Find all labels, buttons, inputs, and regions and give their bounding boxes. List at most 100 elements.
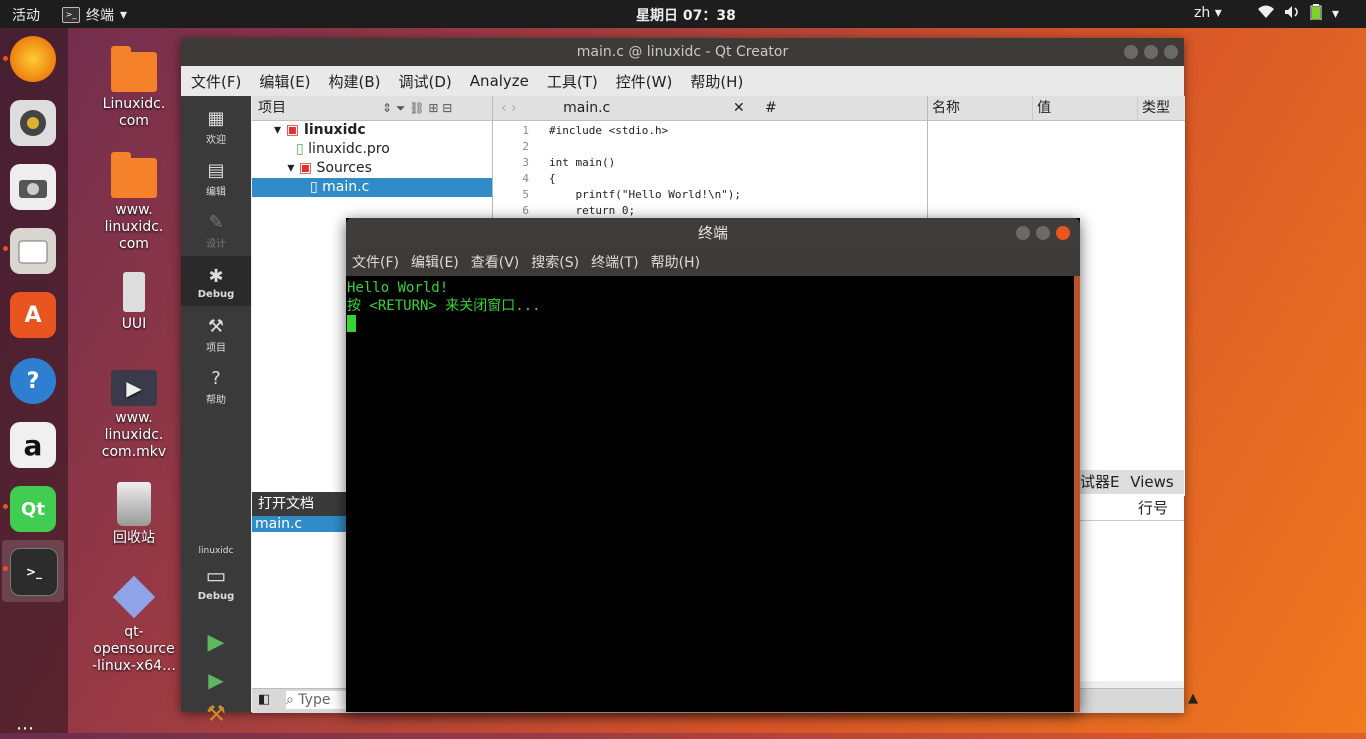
menu-analyze[interactable]: Analyze bbox=[460, 72, 537, 90]
project-tree: ▾ ▣ linuxidc ▯ linuxidc.pro ▾ ▣ Sources … bbox=[252, 121, 492, 197]
amazon-icon[interactable]: a bbox=[10, 422, 56, 468]
stack-pane bbox=[1080, 521, 1184, 681]
menu-debug[interactable]: 调试(D) bbox=[389, 71, 460, 92]
open-doc-item[interactable]: main.c bbox=[252, 516, 348, 532]
menu-edit[interactable]: 编辑(E) bbox=[405, 252, 465, 272]
camera-icon[interactable] bbox=[10, 164, 56, 210]
minimize-button[interactable] bbox=[1124, 45, 1138, 59]
folder-icon bbox=[111, 152, 157, 198]
locator-input[interactable]: ⌕ Type bbox=[286, 691, 346, 709]
terminal-icon: >_ bbox=[62, 7, 80, 23]
close-button[interactable] bbox=[1056, 226, 1070, 240]
pencil-icon: ✎ bbox=[208, 212, 224, 233]
chevron-up-icon[interactable]: ▲ bbox=[1188, 691, 1198, 706]
volume-icon bbox=[1284, 5, 1300, 23]
menu-terminal[interactable]: 终端(T) bbox=[585, 252, 644, 272]
mode-design[interactable]: ✎ 设计 bbox=[181, 212, 251, 250]
terminal-screen[interactable]: Hello World! 按 <RETURN> 来关闭窗口... bbox=[346, 276, 1076, 712]
running-indicator bbox=[3, 504, 8, 509]
chevron-down-icon: ▾ bbox=[1332, 6, 1340, 22]
hammer-icon[interactable]: ⚒ bbox=[181, 702, 251, 727]
tree-item-main-c[interactable]: ▯ main.c bbox=[252, 178, 492, 197]
debugger-tabs: 试器E Views bbox=[1080, 470, 1184, 494]
col-line[interactable]: 行号 bbox=[1138, 499, 1168, 517]
terminal-titlebar[interactable]: 终端 bbox=[346, 218, 1080, 248]
menu-help[interactable]: 帮助(H) bbox=[680, 71, 751, 92]
desktop-folder-linuxidc[interactable]: Linuxidc. com bbox=[92, 46, 176, 130]
terminal-output-line: Hello World! bbox=[347, 280, 449, 296]
terminal-title: 终端 bbox=[697, 224, 728, 242]
firefox-icon[interactable] bbox=[10, 36, 56, 82]
mode-debug[interactable]: ✱ Debug bbox=[181, 256, 251, 306]
mode-help[interactable]: ? 帮助 bbox=[181, 368, 251, 406]
close-icon[interactable]: ✕ bbox=[733, 96, 745, 120]
menu-view[interactable]: 查看(V) bbox=[465, 252, 526, 272]
debugger-tab[interactable]: 试器E bbox=[1080, 473, 1119, 491]
mode-welcome[interactable]: ▦ 欢迎 bbox=[181, 108, 251, 146]
minimize-button[interactable] bbox=[1016, 226, 1030, 240]
col-name[interactable]: 名称 bbox=[928, 96, 1033, 120]
software-store-icon[interactable]: A bbox=[10, 292, 56, 338]
mode-projects[interactable]: ⚒ 项目 bbox=[181, 316, 251, 354]
menu-build[interactable]: 构建(B) bbox=[319, 71, 389, 92]
desktop-usb-uui[interactable]: UUI bbox=[92, 272, 176, 333]
menu-file[interactable]: 文件(F) bbox=[346, 252, 405, 272]
code-line: 6 return 0; bbox=[522, 204, 636, 217]
activities-button[interactable]: 活动 bbox=[12, 5, 40, 25]
desktop-folder-www[interactable]: www. linuxidc. com bbox=[92, 152, 176, 253]
menu-file[interactable]: 文件(F) bbox=[181, 71, 249, 92]
menu-tools[interactable]: 工具(T) bbox=[537, 71, 606, 92]
tree-item-project[interactable]: ▾ ▣ linuxidc bbox=[252, 121, 492, 140]
sidebar-toggle-icon[interactable]: ◧ bbox=[258, 692, 270, 707]
code-line: 1 #include <stdio.h> bbox=[522, 124, 669, 137]
tree-item-sources[interactable]: ▾ ▣ Sources bbox=[252, 159, 492, 178]
running-indicator bbox=[3, 566, 8, 571]
qt-creator-icon[interactable]: Qt bbox=[10, 486, 56, 532]
desktop-qt-installer[interactable]: qt- opensource -linux-x64… bbox=[92, 575, 176, 675]
help-icon[interactable]: ? bbox=[10, 358, 56, 404]
show-apps-icon[interactable]: ⋯ bbox=[16, 718, 36, 739]
desktop-video-file[interactable]: ▶ www. linuxidc. com.mkv bbox=[92, 370, 176, 461]
menu-help[interactable]: 帮助(H) bbox=[645, 252, 706, 272]
clock[interactable]: 星期日 07：38 bbox=[636, 5, 736, 25]
kit-selector[interactable]: ▭ Debug bbox=[181, 564, 251, 602]
file-selector[interactable]: main.c bbox=[563, 100, 610, 116]
top-panel: 活动 >_ 终端 ▾ 星期日 07：38 zh ▾ ▾ bbox=[0, 0, 1366, 28]
menu-search[interactable]: 搜索(S) bbox=[525, 252, 585, 272]
code-line: 2 bbox=[522, 140, 529, 153]
input-method-menu[interactable]: zh ▾ bbox=[1194, 5, 1222, 21]
folder-icon bbox=[111, 46, 157, 92]
run-icon[interactable]: ▶ bbox=[181, 630, 251, 655]
mode-selector: ▦ 欢迎 ▤ 编辑 ✎ 设计 ✱ Debug ⚒ 项目 ? 帮助 linuxidc ▭ Deb… bbox=[181, 96, 251, 727]
code-line: 4{ bbox=[522, 172, 556, 185]
terminal-scrollbar[interactable] bbox=[1074, 276, 1080, 712]
pane-toolbar-icons[interactable]: ⇕ ⏷ ⛓ ⊞ ⊟ bbox=[382, 96, 452, 120]
tree-item-pro-file[interactable]: ▯ linuxidc.pro bbox=[252, 140, 492, 159]
running-indicator bbox=[3, 56, 8, 61]
menu-widgets[interactable]: 控件(W) bbox=[606, 71, 681, 92]
trash-icon bbox=[117, 482, 151, 526]
dock: A ? a Qt >_ ⋯ bbox=[0, 28, 68, 739]
close-button[interactable] bbox=[1164, 45, 1178, 59]
rhythmbox-icon[interactable] bbox=[10, 100, 56, 146]
debug-run-icon[interactable]: ▶ bbox=[181, 668, 251, 692]
files-icon[interactable] bbox=[10, 228, 56, 274]
qt-titlebar[interactable]: main.c @ linuxidc - Qt Creator bbox=[181, 38, 1184, 66]
app-menu[interactable]: >_ 终端 ▾ bbox=[62, 5, 127, 25]
symbol-selector[interactable]: # bbox=[765, 96, 777, 120]
terminal-icon[interactable]: >_ bbox=[10, 548, 58, 596]
qt-menubar: 文件(F) 编辑(E) 构建(B) 调试(D) Analyze 工具(T) 控件… bbox=[181, 66, 1184, 96]
nav-arrows-icon[interactable]: ‹ › bbox=[501, 100, 517, 116]
menu-edit[interactable]: 编辑(E) bbox=[249, 71, 318, 92]
mode-edit[interactable]: ▤ 编辑 bbox=[181, 160, 251, 198]
views-tab[interactable]: Views bbox=[1130, 473, 1173, 491]
col-type[interactable]: 类型 bbox=[1138, 96, 1170, 120]
kit-project-label[interactable]: linuxidc bbox=[181, 546, 251, 556]
maximize-button[interactable] bbox=[1036, 226, 1050, 240]
col-value[interactable]: 值 bbox=[1033, 96, 1138, 120]
maximize-button[interactable] bbox=[1144, 45, 1158, 59]
desktop-trash[interactable]: 回收站 bbox=[92, 482, 176, 547]
wifi-icon bbox=[1258, 5, 1274, 23]
grid-icon: ▦ bbox=[207, 108, 225, 129]
system-tray[interactable]: ▾ bbox=[1258, 4, 1339, 24]
